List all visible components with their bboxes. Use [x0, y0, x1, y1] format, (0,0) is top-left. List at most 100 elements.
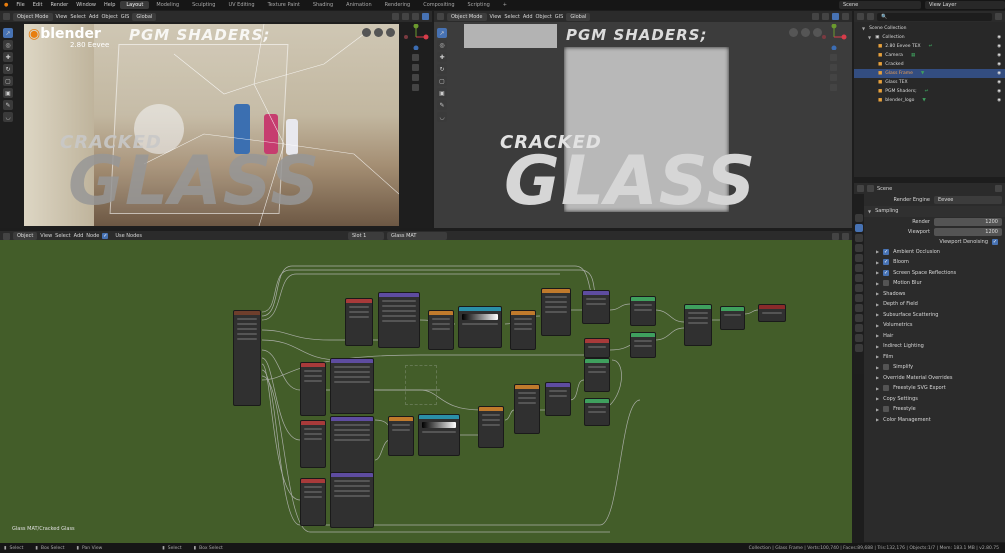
tab-animation[interactable]: Animation	[340, 1, 378, 9]
cursor-tool-icon[interactable]: ◎	[437, 40, 447, 50]
viewport-samples-field[interactable]: 1200	[934, 227, 1002, 236]
panel-freestyle[interactable]: ▶ Freestyle	[864, 404, 1005, 415]
rotate-tool-icon[interactable]: ↻	[3, 64, 13, 74]
viewport-nav-icons[interactable]	[362, 28, 395, 37]
panel-motion-blur[interactable]: ▶ Motion Blur	[864, 278, 1005, 289]
shading-rendered-icon[interactable]	[422, 13, 429, 20]
visibility-icon[interactable]: ◉	[997, 44, 1001, 49]
mode-dropdown[interactable]: Object Mode	[13, 12, 53, 21]
panel-subsurface-scattering[interactable]: ▶ Subsurface Scattering	[864, 310, 1005, 321]
output-tab-icon[interactable]	[855, 234, 863, 242]
bsdf-node-2[interactable]	[630, 332, 656, 358]
tab-shading[interactable]: Shading	[307, 1, 339, 9]
group-node-1[interactable]	[378, 292, 420, 348]
menu-select[interactable]: Select	[70, 14, 85, 20]
panel-material-overrides[interactable]: ▶ Override Material Overrides	[864, 373, 1005, 384]
transform-tool-icon[interactable]: ▣	[3, 88, 13, 98]
outliner-item-cracked[interactable]: ■ Cracked ◉	[854, 60, 1005, 69]
group-node-4[interactable]	[330, 416, 374, 474]
bsdf-node-4[interactable]	[584, 398, 610, 426]
annotate-tool-icon[interactable]: ✎	[437, 100, 447, 110]
texture-node-1[interactable]	[345, 298, 373, 346]
panel-color-management[interactable]: ▶ Color Management	[864, 415, 1005, 426]
data-tab-icon[interactable]	[855, 324, 863, 332]
outliner-item-glass-tex[interactable]: ■ Glass TEX ◉	[854, 78, 1005, 87]
menu-view[interactable]: View	[56, 14, 68, 20]
pin-icon[interactable]	[832, 232, 839, 240]
editor-type-icon[interactable]	[3, 13, 10, 20]
panel-ambient-occlusion[interactable]: ▶ ✓ Ambient Occlusion	[864, 247, 1005, 258]
move-tool-icon[interactable]: ✚	[437, 52, 447, 62]
visibility-icon[interactable]: ◉	[997, 62, 1001, 67]
slot-dropdown[interactable]: Slot 1	[347, 232, 384, 240]
viewport-nav-icons[interactable]	[789, 28, 822, 37]
mix-shader-node[interactable]	[684, 304, 712, 346]
menu-object[interactable]: Object	[102, 14, 118, 20]
editor-type-icon[interactable]	[3, 232, 10, 240]
texture-node-7[interactable]	[584, 338, 610, 358]
panel-screen-space-reflections[interactable]: ▶ ✓ Screen Space Reflections	[864, 268, 1005, 279]
material-output-node[interactable]	[758, 304, 786, 322]
object-tab-icon[interactable]	[855, 274, 863, 282]
texture-node-2[interactable]	[541, 288, 571, 336]
texture-tab-icon[interactable]	[855, 344, 863, 352]
visibility-icon[interactable]: ◉	[997, 53, 1001, 58]
mix-node-1[interactable]	[428, 310, 454, 350]
shading-solid-icon[interactable]	[412, 13, 419, 20]
menu-gis[interactable]: GIS	[555, 14, 564, 20]
xray-icon[interactable]	[402, 13, 409, 20]
texture-node-6[interactable]	[514, 384, 540, 434]
view-layer-selector[interactable]: View Layer	[925, 1, 1005, 9]
panel-copy-settings[interactable]: ▶ Copy Settings	[864, 394, 1005, 405]
tab-texture-paint[interactable]: Texture Paint	[262, 1, 306, 9]
color-ramp-node-2[interactable]	[418, 414, 460, 456]
panel-depth-of-field[interactable]: ▶ Depth of Field	[864, 299, 1005, 310]
modifier-tab-icon[interactable]	[855, 284, 863, 292]
menu-add[interactable]: Add	[74, 233, 84, 239]
group-node-3[interactable]	[330, 358, 374, 414]
group-node-6[interactable]	[545, 382, 571, 416]
scale-tool-icon[interactable]: ▢	[3, 76, 13, 86]
node-frame[interactable]	[405, 365, 437, 405]
use-nodes-checkbox[interactable]: ✓	[102, 233, 109, 239]
particles-tab-icon[interactable]	[855, 294, 863, 302]
viewport-denoising-checkbox[interactable]: ✓	[992, 238, 998, 245]
menu-window[interactable]: Window	[72, 2, 100, 8]
menu-view[interactable]: View	[40, 233, 52, 239]
menu-add[interactable]: Add	[523, 14, 533, 20]
tool-tab-icon[interactable]	[855, 214, 863, 222]
menu-select[interactable]: Select	[55, 233, 70, 239]
tab-uv-editing[interactable]: UV Editing	[222, 1, 260, 9]
tab-modeling[interactable]: Modeling	[150, 1, 185, 9]
navigation-gizmo[interactable]	[402, 24, 430, 50]
shader-type-dropdown[interactable]: Object	[13, 232, 38, 240]
overlay-icon[interactable]	[812, 13, 819, 20]
view-layer-tab-icon[interactable]	[855, 244, 863, 252]
render-samples-field[interactable]: 1200	[934, 217, 1002, 226]
panel-freestyle-svg-export[interactable]: ▶ Freestyle SVG Export	[864, 383, 1005, 394]
panel-volumetrics[interactable]: ▶ Volumetrics	[864, 320, 1005, 331]
menu-select[interactable]: Select	[504, 14, 519, 20]
menu-help[interactable]: Help	[100, 2, 119, 8]
outliner-item-eevee-tex[interactable]: ■ 2.80 Eevee TEX ↫ ◉	[854, 42, 1005, 51]
filter-icon[interactable]	[995, 13, 1002, 20]
color-ramp-node-1[interactable]	[458, 306, 502, 348]
scale-tool-icon[interactable]: ▢	[437, 76, 447, 86]
xray-icon[interactable]	[822, 13, 829, 20]
outliner-item-glass-frame[interactable]: ■ Glass Frame ▼ ◉	[854, 69, 1005, 78]
mix-node-4[interactable]	[478, 406, 504, 448]
navigation-gizmo[interactable]	[820, 24, 848, 50]
rotate-tool-icon[interactable]: ↻	[437, 64, 447, 74]
physics-tab-icon[interactable]	[855, 304, 863, 312]
shading-solid-icon[interactable]	[832, 13, 839, 20]
texture-node-4[interactable]	[300, 420, 326, 468]
editor-type-icon[interactable]	[857, 185, 864, 192]
overlay-icon[interactable]	[392, 13, 399, 20]
scene-selector[interactable]: Scene	[839, 1, 921, 9]
visibility-icon[interactable]: ◉	[997, 80, 1001, 85]
outliner-item-camera[interactable]: ■ Camera ▦ ◉	[854, 51, 1005, 60]
viewport-left[interactable]: ↗ ◎ ✚ ↻ ▢ ▣ ✎ ◡ ◉blender 2.80 Eevee PGM …	[0, 22, 432, 228]
editor-type-icon[interactable]	[857, 13, 864, 20]
editor-type-icon[interactable]	[437, 13, 444, 20]
visibility-icon[interactable]: ◉	[997, 71, 1001, 76]
